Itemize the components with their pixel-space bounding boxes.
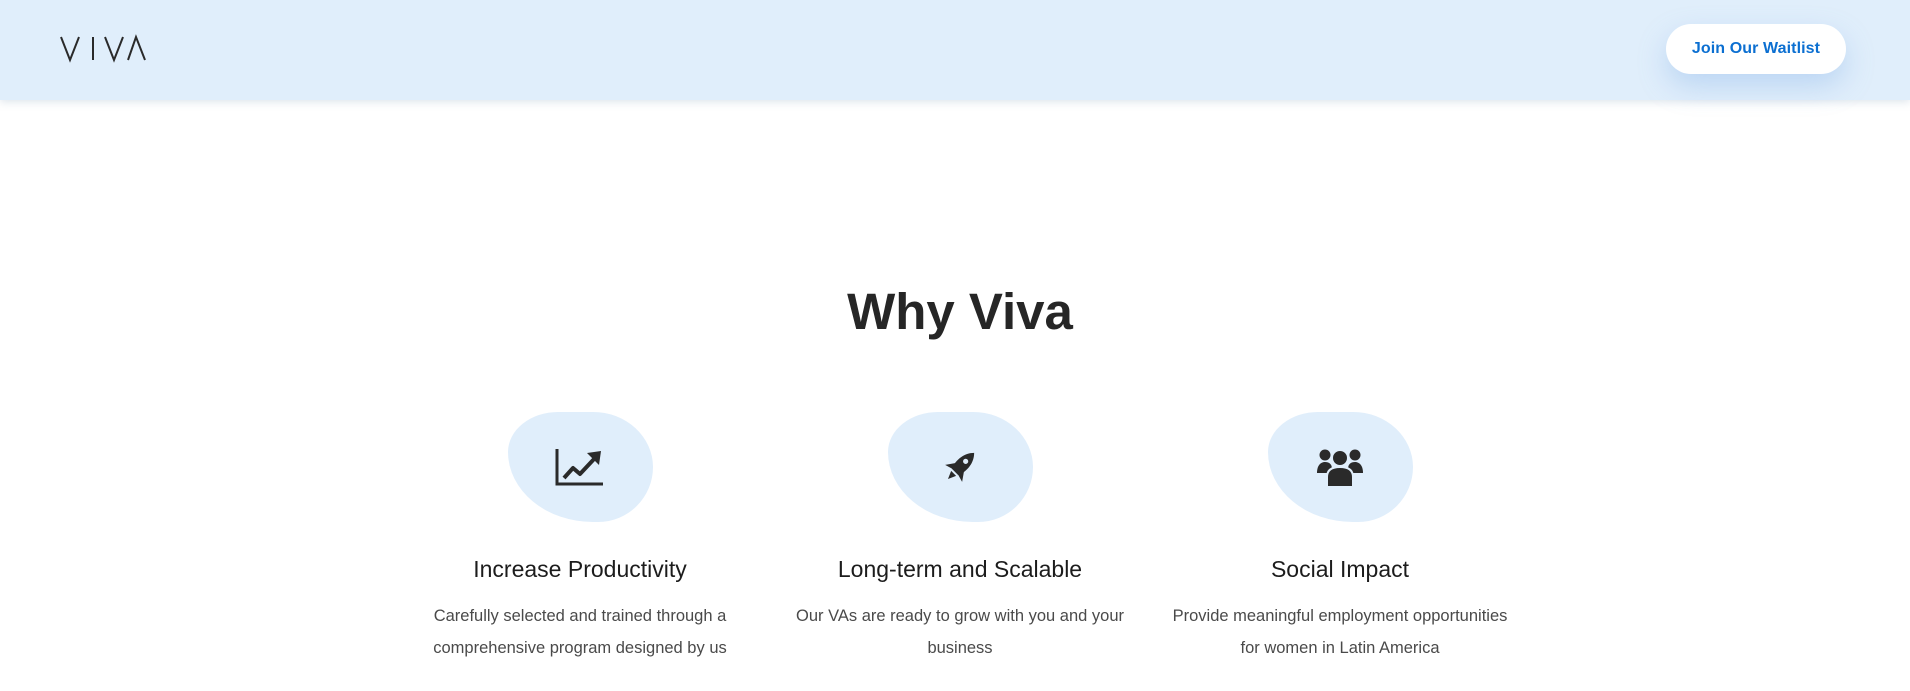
viva-logo[interactable] (60, 34, 146, 64)
feature-description: Our VAs are ready to grow with you and y… (795, 607, 1125, 657)
users-icon (1317, 449, 1363, 488)
icon-blob (887, 412, 1033, 522)
feature-card-social-impact: Social Impact Provide meaningful employm… (1150, 412, 1530, 664)
chart-line-icon (555, 449, 603, 486)
feature-title: Long-term and Scalable (837, 556, 1083, 582)
feature-card-productivity: Increase Productivity Carefully selected… (390, 412, 770, 664)
icon-blob (507, 412, 653, 522)
join-waitlist-button[interactable]: Join Our Waitlist (1666, 24, 1846, 74)
section-title: Why Viva (847, 283, 1073, 340)
icon-blob (1267, 412, 1413, 522)
feature-title: Increase Productivity (473, 556, 687, 582)
feature-title: Social Impact (1270, 556, 1410, 582)
feature-card-scalable: Long-term and Scalable Our VAs are ready… (770, 412, 1150, 664)
rocket-icon (945, 452, 975, 482)
site-header: Join Our Waitlist (0, 0, 1910, 100)
feature-description: Provide meaningful employment opportunit… (1172, 607, 1508, 657)
feature-description: Carefully selected and trained through a… (433, 607, 727, 657)
